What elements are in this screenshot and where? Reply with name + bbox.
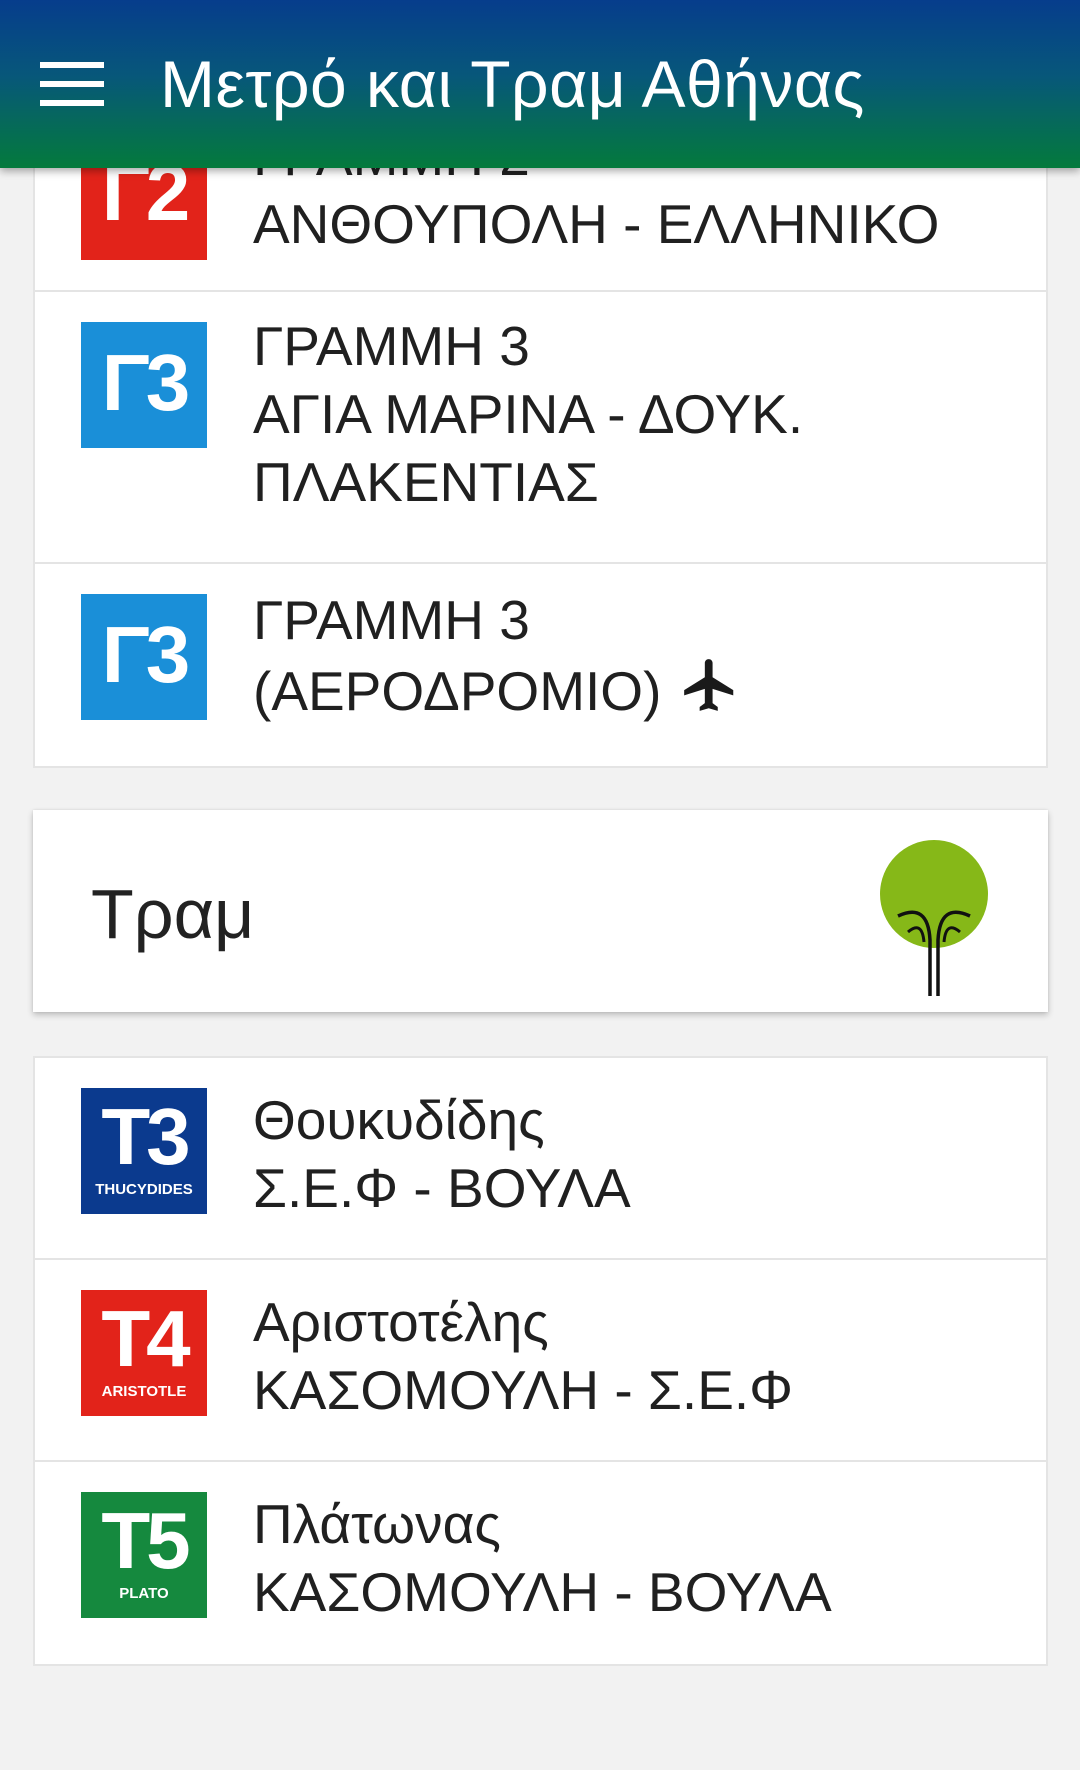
line-route: ΚΑΣΟΜΟΥΛΗ - Σ.Ε.Φ (253, 1359, 794, 1421)
tram-t5-text: Πλάτωνας ΚΑΣΟΜΟΥΛΗ - ΒΟΥΛΑ (253, 1490, 832, 1626)
tram-section-title: Τραμ (91, 875, 255, 953)
tram-lines-card: T3 THUCYDIDES Θουκυδίδης Σ.Ε.Φ - ΒΟΥΛΑ T… (33, 1056, 1048, 1666)
badge-code: T5 (101, 1496, 190, 1585)
badge-subtitle: PLATO (119, 1585, 169, 1602)
airplane-icon (684, 659, 734, 711)
hamburger-menu-icon[interactable] (40, 62, 104, 106)
tram-logo-icon (880, 840, 988, 996)
line-name: Αριστοτέλης (253, 1291, 549, 1353)
line-3-badge: Γ3 (81, 594, 207, 720)
tram-t4-badge: T4 ARISTOTLE (81, 1290, 207, 1416)
line-route: ΑΓΙΑ ΜΑΡΙΝΑ - ΔΟΥΚ. (253, 383, 804, 445)
tram-t5-badge: T5 PLATO (81, 1492, 207, 1618)
scroll-content[interactable]: Γ2 ΓΡΑΜΜΗ 2 ΑΝΘΟΥΠΟΛΗ - ΕΛΛΗΝΙΚΟ Γ3 ΓΡΑΜ… (0, 0, 1080, 1770)
tram-t4-text: Αριστοτέλης ΚΑΣΟΜΟΥΛΗ - Σ.Ε.Φ (253, 1288, 793, 1424)
badge-code: T4 (101, 1294, 190, 1383)
badge-subtitle: THUCYDIDES (95, 1181, 193, 1198)
line-3-text: ΓΡΑΜΜΗ 3 ΑΓΙΑ ΜΑΡΙΝΑ - ΔΟΥΚ. ΠΛΑΚΕΝΤΙΑΣ (253, 312, 803, 516)
list-item-tram-t5[interactable]: T5 PLATO Πλάτωνας ΚΑΣΟΜΟΥΛΗ - ΒΟΥΛΑ (35, 1462, 1046, 1664)
line-route: ΚΑΣΟΜΟΥΛΗ - ΒΟΥΛΑ (253, 1561, 832, 1623)
line-route-cont: ΠΛΑΚΕΝΤΙΑΣ (253, 451, 599, 513)
line-route: (ΑΕΡΟΔΡΟΜΙΟ) (253, 660, 662, 722)
line-route-airport: (ΑΕΡΟΔΡΟΜΙΟ) (253, 654, 741, 725)
list-item-tram-t4[interactable]: T4 ARISTOTLE Αριστοτέλης ΚΑΣΟΜΟΥΛΗ - Σ.Ε… (35, 1260, 1046, 1462)
list-item-line-3-airport[interactable]: Γ3 ΓΡΑΜΜΗ 3 (ΑΕΡΟΔΡΟΜΙΟ) (35, 564, 1046, 766)
tram-t3-text: Θουκυδίδης Σ.Ε.Φ - ΒΟΥΛΑ (253, 1086, 631, 1222)
tram-section-header: Τραμ (33, 810, 1048, 1012)
badge-code: Γ3 (101, 610, 191, 699)
line-route: ΑΝΘΟΥΠΟΛΗ - ΕΛΛΗΝΙΚΟ (253, 193, 940, 255)
app-bar: Μετρό και Τραμ Αθήνας (0, 0, 1080, 168)
badge-code: Γ3 (101, 338, 191, 427)
line-route: Σ.Ε.Φ - ΒΟΥΛΑ (253, 1157, 631, 1219)
line-name: Θουκυδίδης (253, 1089, 545, 1151)
badge-subtitle: ARISTOTLE (101, 1383, 187, 1400)
metro-lines-card: Γ2 ΓΡΑΜΜΗ 2 ΑΝΘΟΥΠΟΛΗ - ΕΛΛΗΝΙΚΟ Γ3 ΓΡΑΜ… (33, 110, 1048, 768)
list-item-tram-t3[interactable]: T3 THUCYDIDES Θουκυδίδης Σ.Ε.Φ - ΒΟΥΛΑ (35, 1058, 1046, 1260)
line-name: ΓΡΑΜΜΗ 3 (253, 315, 530, 377)
line-name: Πλάτωνας (253, 1493, 501, 1555)
app-title: Μετρό και Τραμ Αθήνας (160, 47, 865, 121)
list-item-line-3[interactable]: Γ3 ΓΡΑΜΜΗ 3 ΑΓΙΑ ΜΑΡΙΝΑ - ΔΟΥΚ. ΠΛΑΚΕΝΤΙ… (35, 292, 1046, 564)
badge-code: T3 (101, 1092, 190, 1181)
tram-t3-badge: T3 THUCYDIDES (81, 1088, 207, 1214)
line-name: ΓΡΑΜΜΗ 3 (253, 589, 530, 651)
line-3-airport-text: ΓΡΑΜΜΗ 3 (ΑΕΡΟΔΡΟΜΙΟ) (253, 586, 741, 725)
line-3-badge: Γ3 (81, 322, 207, 448)
